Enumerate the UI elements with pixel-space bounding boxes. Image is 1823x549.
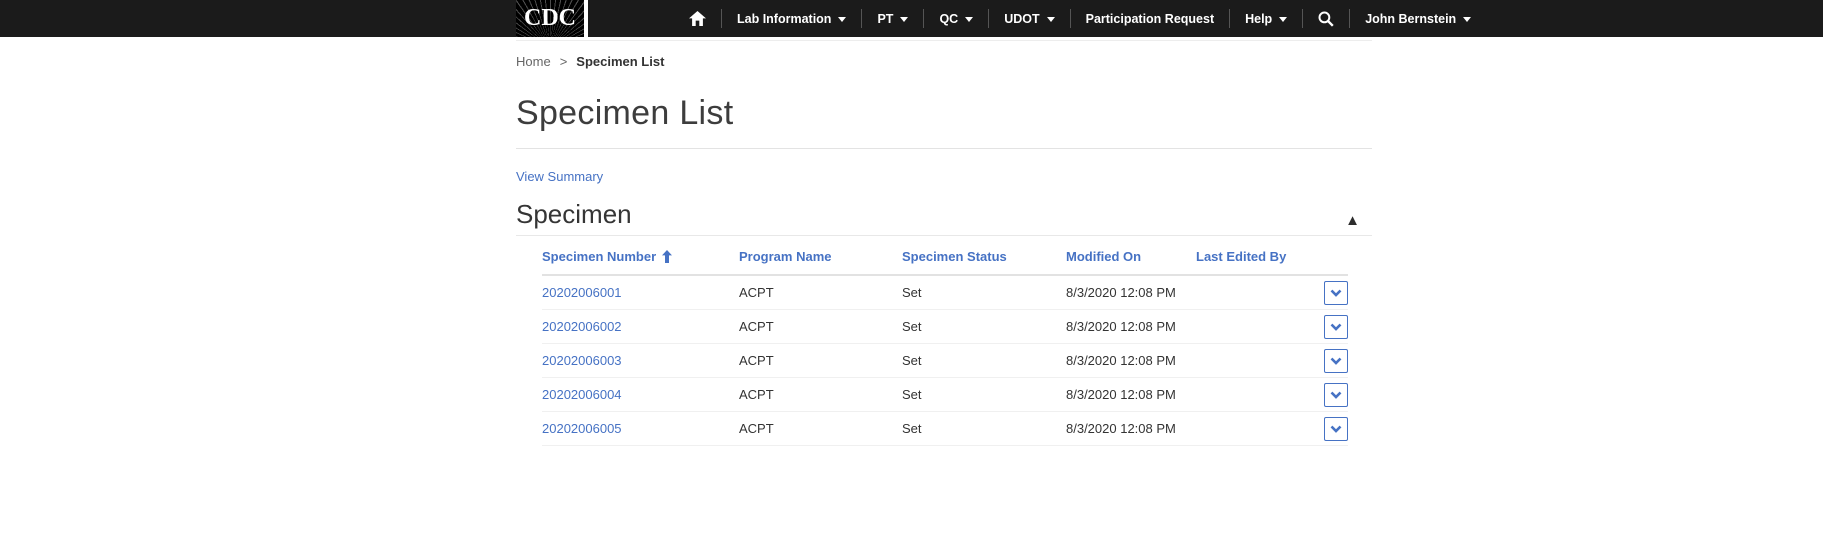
column-header-program-name[interactable]: Program Name — [739, 241, 902, 275]
last-edited-by-cell — [1196, 275, 1315, 310]
view-summary-link[interactable]: View Summary — [516, 169, 603, 184]
specimen-status-cell: Set — [902, 310, 1066, 344]
specimen-status-cell: Set — [902, 344, 1066, 378]
nav-item-label: Help — [1245, 12, 1272, 26]
chevron-down-icon — [900, 17, 908, 22]
row-actions-dropdown-button[interactable] — [1324, 383, 1348, 407]
specimen-number-link[interactable]: 20202006003 — [542, 353, 622, 368]
modified-on-cell: 8/3/2020 12:08 PM — [1066, 310, 1196, 344]
table-row: 20202006001 ACPT Set 8/3/2020 12:08 PM — [542, 275, 1348, 310]
column-header-last-edited-by[interactable]: Last Edited By — [1196, 241, 1315, 275]
specimen-number-link[interactable]: 20202006005 — [542, 421, 622, 436]
program-name-cell: ACPT — [739, 275, 902, 310]
nav-item-label: Lab Information — [737, 12, 831, 26]
section-title: Specimen — [516, 199, 632, 230]
specimen-number-link[interactable]: 20202006001 — [542, 285, 622, 300]
program-name-cell: ACPT — [739, 412, 902, 446]
search-button[interactable] — [1303, 0, 1349, 37]
nav-item-participation-request[interactable]: Participation Request — [1071, 0, 1230, 37]
top-navbar: CDC Lab Information PT QC — [0, 0, 1823, 37]
column-label: Specimen Number — [542, 249, 656, 264]
row-actions-dropdown-button[interactable] — [1324, 315, 1348, 339]
chevron-down-icon — [1330, 357, 1342, 365]
column-header-specimen-number[interactable]: Specimen Number — [542, 241, 739, 275]
specimen-number-link[interactable]: 20202006004 — [542, 387, 622, 402]
modified-on-cell: 8/3/2020 12:08 PM — [1066, 378, 1196, 412]
breadcrumb-home-link[interactable]: Home — [516, 54, 551, 69]
nav-item-label: Participation Request — [1086, 12, 1215, 26]
column-label: Specimen Status — [902, 249, 1007, 264]
specimen-list-page: CDC Lab Information PT QC — [0, 0, 1823, 549]
chevron-down-icon — [1047, 17, 1055, 22]
nav-item-label: PT — [877, 12, 893, 26]
chevron-down-icon — [1330, 323, 1342, 331]
last-edited-by-cell — [1196, 412, 1315, 446]
cdc-logo-text: CDC — [524, 5, 576, 32]
main-menu: Lab Information PT QC UDOT — [674, 0, 1486, 37]
page-title: Specimen List — [516, 94, 1372, 133]
main-content: Home > Specimen List Specimen List View … — [516, 40, 1372, 446]
specimen-table: Specimen Number Program Name Specimen St… — [542, 241, 1348, 446]
modified-on-cell: 8/3/2020 12:08 PM — [1066, 344, 1196, 378]
nav-item-help[interactable]: Help — [1230, 0, 1302, 37]
table-row: 20202006004 ACPT Set 8/3/2020 12:08 PM — [542, 378, 1348, 412]
nav-item-label: QC — [939, 12, 958, 26]
chevron-down-icon — [1330, 289, 1342, 297]
nav-item-pt[interactable]: PT — [862, 0, 923, 37]
column-header-actions — [1315, 241, 1348, 275]
chevron-down-icon — [965, 17, 973, 22]
chevron-down-icon — [1330, 425, 1342, 433]
sort-ascending-icon — [662, 250, 672, 263]
chevron-down-icon — [1330, 391, 1342, 399]
table-row: 20202006002 ACPT Set 8/3/2020 12:08 PM — [542, 310, 1348, 344]
chevron-down-icon — [1463, 17, 1471, 22]
column-label: Modified On — [1066, 249, 1141, 264]
user-name-label: John Bernstein — [1365, 12, 1456, 26]
column-header-modified-on[interactable]: Modified On — [1066, 241, 1196, 275]
collapse-section-button[interactable]: ▲ — [1345, 213, 1372, 230]
last-edited-by-cell — [1196, 344, 1315, 378]
program-name-cell: ACPT — [739, 378, 902, 412]
title-divider — [516, 148, 1372, 149]
breadcrumb: Home > Specimen List — [516, 41, 1372, 69]
program-name-cell: ACPT — [739, 310, 902, 344]
chevron-down-icon — [838, 17, 846, 22]
breadcrumb-separator: > — [560, 54, 568, 69]
row-actions-dropdown-button[interactable] — [1324, 281, 1348, 305]
nav-item-label: UDOT — [1004, 12, 1039, 26]
nav-item-udot[interactable]: UDOT — [989, 0, 1069, 37]
program-name-cell: ACPT — [739, 344, 902, 378]
nav-item-qc[interactable]: QC — [924, 0, 988, 37]
cdc-logo[interactable]: CDC — [516, 0, 588, 37]
search-icon — [1318, 11, 1334, 27]
row-actions-dropdown-button[interactable] — [1324, 349, 1348, 373]
specimen-status-cell: Set — [902, 412, 1066, 446]
column-label: Program Name — [739, 249, 831, 264]
navbar-inner: CDC Lab Information PT QC — [516, 0, 1486, 37]
row-actions-dropdown-button[interactable] — [1324, 417, 1348, 441]
nav-item-lab-information[interactable]: Lab Information — [722, 0, 861, 37]
last-edited-by-cell — [1196, 310, 1315, 344]
table-header-row: Specimen Number Program Name Specimen St… — [542, 241, 1348, 275]
specimen-status-cell: Set — [902, 275, 1066, 310]
specimen-section-header: Specimen ▲ — [516, 199, 1372, 236]
modified-on-cell: 8/3/2020 12:08 PM — [1066, 275, 1196, 310]
chevron-down-icon — [1279, 17, 1287, 22]
specimen-number-link[interactable]: 20202006002 — [542, 319, 622, 334]
specimen-status-cell: Set — [902, 378, 1066, 412]
collapse-arrow-icon: ▲ — [1345, 212, 1360, 229]
column-label: Last Edited By — [1196, 249, 1286, 264]
home-icon — [689, 11, 706, 26]
column-header-specimen-status[interactable]: Specimen Status — [902, 241, 1066, 275]
breadcrumb-current: Specimen List — [576, 54, 664, 69]
home-button[interactable] — [674, 0, 721, 37]
table-row: 20202006003 ACPT Set 8/3/2020 12:08 PM — [542, 344, 1348, 378]
user-menu-button[interactable]: John Bernstein — [1350, 0, 1486, 37]
last-edited-by-cell — [1196, 378, 1315, 412]
specimen-table-container: Specimen Number Program Name Specimen St… — [542, 241, 1372, 446]
table-row: 20202006005 ACPT Set 8/3/2020 12:08 PM — [542, 412, 1348, 446]
modified-on-cell: 8/3/2020 12:08 PM — [1066, 412, 1196, 446]
